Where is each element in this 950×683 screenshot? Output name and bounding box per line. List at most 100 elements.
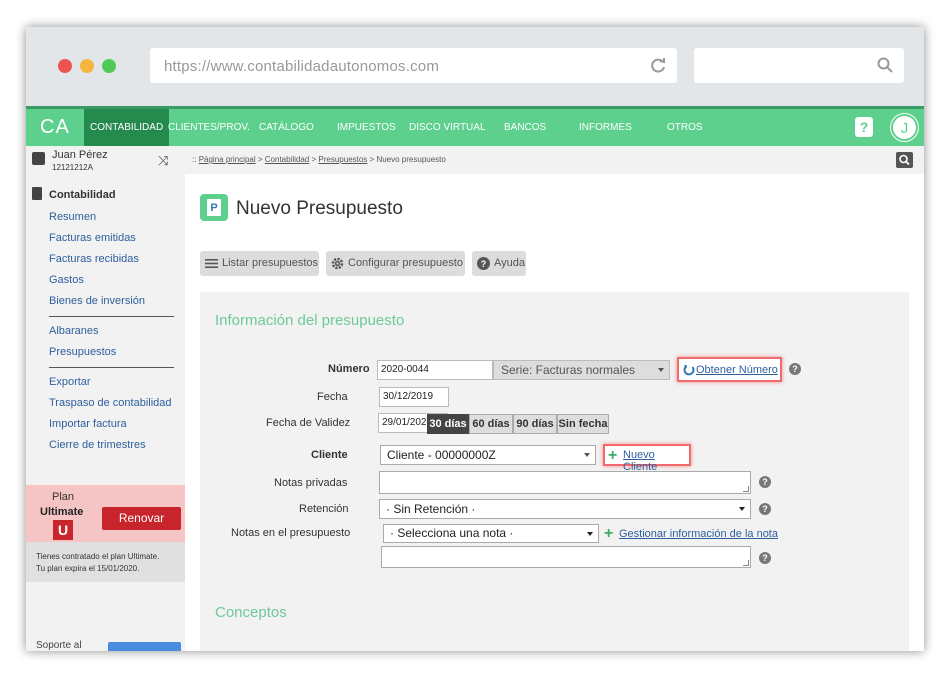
gear-icon <box>331 257 344 270</box>
shuffle-icon[interactable]: ⤨ <box>158 153 168 169</box>
new-client-button[interactable]: + Nuevo Cliente <box>603 444 691 473</box>
no-date-button[interactable]: Sin fecha <box>557 414 609 434</box>
nav-disco-virtual[interactable]: DISCO VIRTUAL <box>409 109 486 146</box>
reload-icon[interactable] <box>649 56 667 74</box>
cliente-select[interactable]: Cliente - 00000000Z <box>380 445 596 465</box>
sidebar-item-albaranes[interactable]: Albaranes <box>49 325 99 337</box>
list-icon <box>205 259 218 268</box>
svg-text:?: ? <box>481 259 487 269</box>
sidebar-item-traspaso[interactable]: Traspaso de contabilidad <box>49 397 172 409</box>
question-circle-icon: ? <box>477 257 490 270</box>
sidebar-item-presupuestos[interactable]: Presupuestos <box>49 346 116 358</box>
resize-handle[interactable] <box>743 560 749 566</box>
sidebar-item-cierre-trimestres[interactable]: Cierre de trimestres <box>49 439 146 451</box>
sidebar-item-exportar[interactable]: Exportar <box>49 376 91 388</box>
retencion-select[interactable]: · Sin Retención · <box>379 499 751 519</box>
nav-informes[interactable]: INFORMES <box>579 109 632 146</box>
days-90-button[interactable]: 90 días <box>513 414 557 434</box>
nav-catalogo[interactable]: CATÁLOGO <box>259 109 314 146</box>
plan-box: Plan Ultimate U Renovar <box>26 485 185 542</box>
sidebar-divider <box>49 316 174 317</box>
breadcrumb-home[interactable]: Página principal <box>199 155 256 164</box>
sidebar-item-importar-factura[interactable]: Importar factura <box>49 418 127 430</box>
chevron-down-icon <box>658 368 664 372</box>
nav-contabilidad[interactable]: CONTABILIDAD <box>84 109 170 146</box>
numero-input[interactable]: 2020-0044 <box>377 360 493 380</box>
sidebar: Juan Pérez 12121212A ⤨ Contabilidad Resu… <box>26 146 185 651</box>
support-button[interactable] <box>108 642 181 651</box>
breadcrumb-separator: > <box>257 155 263 164</box>
nav-otros[interactable]: OTROS <box>667 109 703 146</box>
search-icon <box>877 57 893 73</box>
plan-note: Tienes contratado el plan Ultimate. Tu p… <box>26 542 185 582</box>
renew-button[interactable]: Renovar <box>102 507 181 530</box>
help-label: Ayuda <box>494 257 525 269</box>
nav-bancos[interactable]: BANCOS <box>504 109 546 146</box>
browser-search-box[interactable] <box>694 48 904 83</box>
notas-presupuesto-textarea[interactable] <box>381 546 751 568</box>
minimize-window-button[interactable] <box>80 59 94 73</box>
breadcrumb-prefix: :: <box>192 155 197 164</box>
page-search-button[interactable] <box>896 152 913 168</box>
resize-handle[interactable] <box>743 486 749 492</box>
chevron-down-icon <box>587 532 593 536</box>
sidebar-item-facturas-recibidas[interactable]: Facturas recibidas <box>49 253 139 265</box>
numero-help-icon[interactable]: ? <box>789 363 801 375</box>
sidebar-item-gastos[interactable]: Gastos <box>49 274 84 286</box>
plus-icon: + <box>608 447 618 464</box>
cliente-select-value: Cliente - 00000000Z <box>387 448 496 462</box>
section-info-title: Información del presupuesto <box>215 312 405 329</box>
user-info: Juan Pérez 12121212A ⤨ <box>26 146 185 176</box>
serie-select[interactable]: Serie: Facturas normales <box>493 360 670 380</box>
days-60-button[interactable]: 60 días <box>469 414 513 434</box>
nav-impuestos[interactable]: IMPUESTOS <box>337 109 396 146</box>
days-30-button[interactable]: 30 días <box>427 414 469 434</box>
breadcrumb-separator: > <box>369 155 375 164</box>
get-number-button[interactable]: Obtener Número <box>677 357 782 382</box>
help-icon[interactable]: ? <box>855 117 873 137</box>
document-icon <box>32 187 42 200</box>
breadcrumb-presupuestos[interactable]: Presupuestos <box>318 155 367 164</box>
notas-privadas-help-icon[interactable]: ? <box>759 476 771 488</box>
nota-select[interactable]: · Selecciona una nota · <box>383 524 599 543</box>
nav-clientes[interactable]: CLIENTES/PROV. <box>168 109 250 146</box>
notas-presupuesto-help-icon[interactable]: ? <box>759 552 771 564</box>
sidebar-item-bienes-inversion[interactable]: Bienes de inversión <box>49 295 145 307</box>
retencion-help-icon[interactable]: ? <box>759 503 771 515</box>
close-window-button[interactable] <box>58 59 72 73</box>
app-logo[interactable]: CA <box>40 116 70 139</box>
browser-chrome: https://www.contabilidadautonomos.com <box>26 27 924 106</box>
user-avatar[interactable]: J <box>891 114 918 141</box>
plan-note-line-2: Tu plan expira el 15/01/2020. <box>36 564 140 573</box>
chevron-down-icon <box>739 507 745 511</box>
get-number-link[interactable]: Obtener Número <box>696 364 778 376</box>
sidebar-item-facturas-emitidas[interactable]: Facturas emitidas <box>49 232 136 244</box>
url-text: https://www.contabilidadautonomos.com <box>164 58 440 75</box>
user-icon <box>32 152 45 165</box>
refresh-icon <box>683 364 695 376</box>
breadcrumb-current: Nuevo presupuesto <box>376 155 446 164</box>
sidebar-section-label: Contabilidad <box>49 189 116 201</box>
new-client-link[interactable]: Nuevo Cliente <box>623 449 689 473</box>
list-budgets-button[interactable]: Listar presupuestos <box>200 251 319 276</box>
manage-note-link[interactable]: Gestionar información de la nota <box>619 528 778 540</box>
maximize-window-button[interactable] <box>102 59 116 73</box>
configure-budget-label: Configurar presupuesto <box>348 257 463 269</box>
retencion-label: Retención <box>299 503 349 515</box>
sidebar-item-resumen[interactable]: Resumen <box>49 211 96 223</box>
address-bar[interactable]: https://www.contabilidadautonomos.com <box>150 48 677 83</box>
form-panel: Información del presupuesto Número 2020-… <box>200 292 909 651</box>
notas-presupuesto-label: Notas en el presupuesto <box>231 527 351 539</box>
configure-budget-button[interactable]: Configurar presupuesto <box>326 251 465 276</box>
top-navigation: CA CONTABILIDAD CLIENTES/PROV. CATÁLOGO … <box>26 106 924 146</box>
sidebar-divider <box>49 367 174 368</box>
numero-label: Número <box>328 363 370 375</box>
plan-label: Plan <box>52 491 75 503</box>
chevron-down-icon <box>584 453 590 457</box>
retencion-select-value: · Sin Retención · <box>386 502 476 516</box>
breadcrumb-contabilidad[interactable]: Contabilidad <box>265 155 309 164</box>
fecha-input[interactable]: 30/12/2019 <box>379 387 449 407</box>
user-id: 12121212A <box>52 163 93 172</box>
help-button[interactable]: ? Ayuda <box>472 251 526 276</box>
notas-privadas-textarea[interactable] <box>379 471 751 494</box>
